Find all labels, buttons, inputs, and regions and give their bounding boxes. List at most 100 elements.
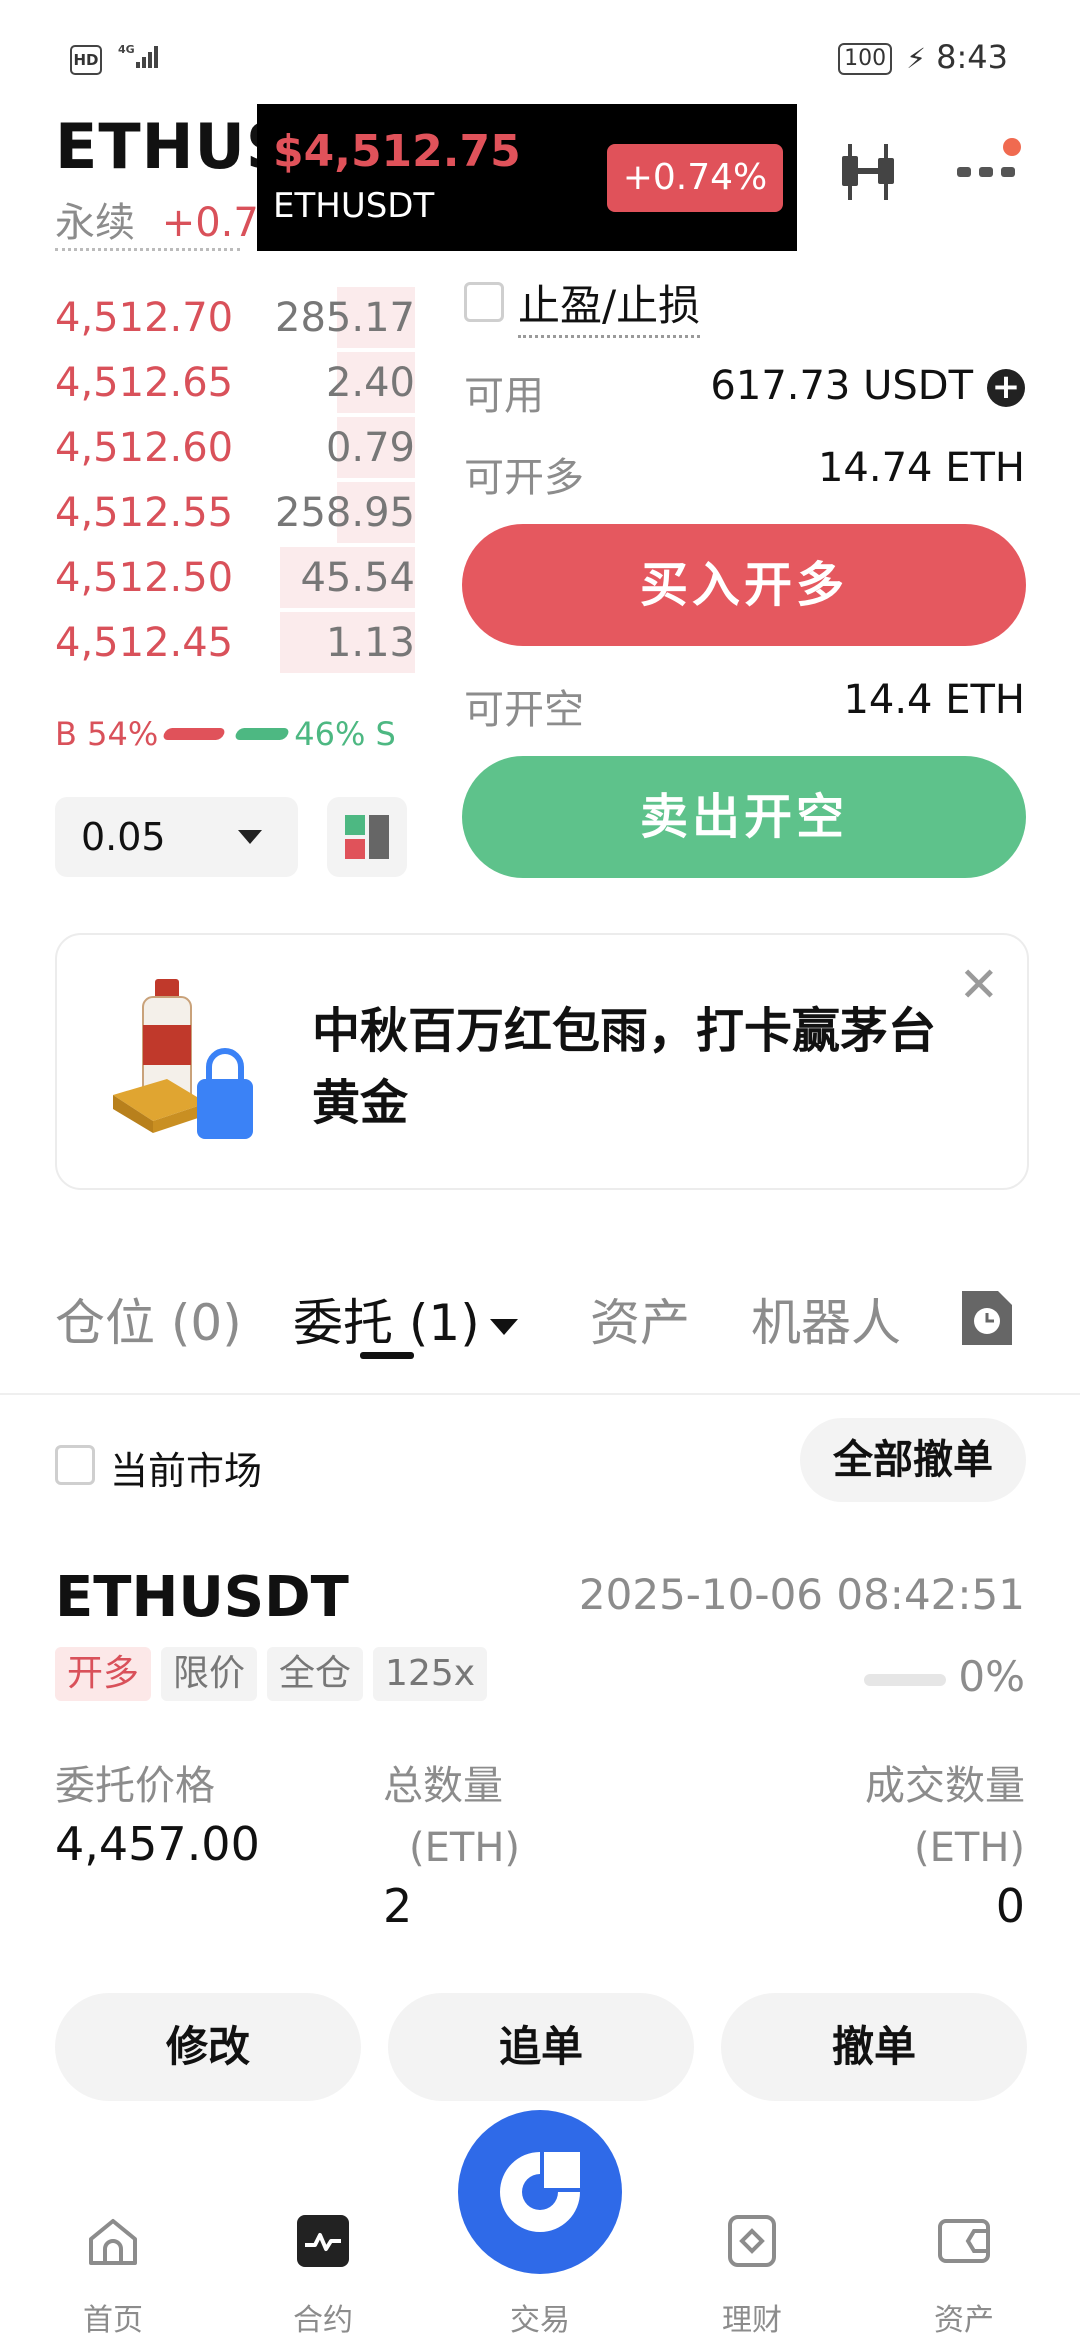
ticker-overlay: $4,512.75 ETHUSDT +0.74%	[257, 104, 797, 251]
available-value: 617.73 USDT	[710, 363, 973, 409]
available-balance: 617.73 USDT +	[710, 363, 1025, 409]
order-tags: 开多 限价 全仓 125x	[55, 1647, 497, 1701]
current-market-label[interactable]: 当前市场	[110, 1440, 262, 1495]
ask-quantity: 0.79	[325, 424, 415, 471]
ask-price: 4,512.50	[55, 554, 234, 601]
current-market-checkbox[interactable]	[55, 1445, 95, 1485]
futures-icon	[297, 2215, 349, 2267]
ask-row[interactable]: 4,512.70 285.17	[55, 285, 415, 350]
type-tag: 限价	[161, 1647, 258, 1701]
layout-icon	[345, 815, 389, 859]
ticker-symbol: ETHUSDT	[273, 186, 435, 226]
buy-sell-ratio: B 54% 46% S	[55, 715, 415, 753]
leverage-tag: 125x	[373, 1647, 488, 1701]
hd-icon: HD	[70, 44, 102, 75]
promo-banner[interactable]: 中秋百万红包雨，打卡赢茅台黄金 ✕	[55, 933, 1029, 1190]
ask-quantity: 2.40	[325, 359, 415, 406]
fill-progress: 0%	[864, 1652, 1025, 1701]
tab-assets[interactable]: 资产	[590, 1283, 690, 1355]
caret-down-icon	[238, 830, 262, 844]
trade-logo-icon	[500, 2152, 580, 2232]
filled-qty-value: 0	[995, 1879, 1025, 1933]
ask-price: 4,512.60	[55, 424, 234, 471]
ask-row[interactable]: 4,512.50 45.54	[55, 545, 415, 610]
depth-precision-select[interactable]: 0.05	[55, 797, 298, 877]
filled-qty-unit: (ETH)	[914, 1825, 1025, 1871]
charging-icon: ⚡	[906, 42, 926, 75]
status-bar: HD 4G 100 ⚡ 8:43	[0, 0, 1080, 100]
filled-qty-label: 成交数量	[865, 1763, 1025, 1809]
divider	[0, 1393, 1080, 1395]
promo-text: 中秋百万红包雨，打卡赢茅台黄金	[312, 1003, 937, 1131]
ask-price: 4,512.65	[55, 359, 234, 406]
ask-row[interactable]: 4,512.60 0.79	[55, 415, 415, 480]
order-price-value: 4,457.00	[55, 1817, 260, 1871]
sell-ratio-bar	[234, 728, 291, 740]
pair-subtitle[interactable]: 永续 +0.7	[55, 190, 259, 248]
history-icon[interactable]	[958, 1287, 1016, 1361]
buy-long-button[interactable]: 买入开多	[462, 524, 1026, 646]
order-symbol[interactable]: ETHUSDT	[55, 1565, 349, 1630]
chase-order-button[interactable]: 追单	[388, 1993, 694, 2101]
chevron-down-icon	[489, 1318, 518, 1335]
trade-fab-button[interactable]	[458, 2110, 622, 2274]
order-price-col: 委托价格 4,457.00	[55, 1755, 260, 1871]
nav-futures-label: 合约	[293, 2303, 353, 2338]
status-left: HD 4G	[70, 42, 168, 77]
signal-icon: 4G	[118, 42, 168, 77]
active-tab-indicator	[360, 1352, 414, 1359]
orderbook-layout-button[interactable]	[327, 797, 407, 877]
add-funds-icon[interactable]: +	[987, 369, 1025, 407]
total-qty-value: 2	[383, 1879, 413, 1933]
tab-bots[interactable]: 机器人	[751, 1283, 901, 1355]
wallet-icon	[938, 2219, 990, 2263]
fill-progress-value: 0%	[958, 1652, 1025, 1701]
ask-quantity: 45.54	[300, 554, 415, 601]
available-label: 可用	[464, 373, 544, 419]
ticker-price: $4,512.75	[273, 126, 521, 177]
can-short-value: 14.4 ETH	[843, 677, 1025, 723]
cancel-order-button[interactable]: 撤单	[721, 1993, 1027, 2101]
tab-orders[interactable]: 委托 (1)	[293, 1283, 518, 1355]
ask-price: 4,512.45	[55, 619, 234, 666]
contract-type: 永续	[55, 200, 135, 246]
ask-price: 4,512.55	[55, 489, 234, 536]
sell-short-button[interactable]: 卖出开空	[462, 756, 1026, 878]
ask-row[interactable]: 4,512.45 1.13	[55, 610, 415, 675]
ask-price: 4,512.70	[55, 294, 234, 341]
tpsl-label[interactable]: 止盈/止损	[518, 272, 701, 338]
cancel-all-button[interactable]: 全部撤单	[800, 1418, 1026, 1502]
tpsl-checkbox[interactable]	[464, 282, 504, 322]
total-qty-col: 总数量 (ETH) 2	[383, 1755, 520, 1933]
side-tag: 开多	[55, 1647, 152, 1701]
nav-home-label: 首页	[83, 2303, 143, 2338]
home-icon	[89, 2219, 137, 2265]
precision-value: 0.05	[81, 815, 166, 859]
order-price-label: 委托价格	[55, 1763, 215, 1809]
nav-earn-label: 理财	[722, 2303, 782, 2338]
ask-row[interactable]: 4,512.55 258.95	[55, 480, 415, 545]
ask-quantity: 285.17	[275, 294, 415, 341]
ask-row[interactable]: 4,512.65 2.40	[55, 350, 415, 415]
status-right: 100 ⚡ 8:43	[838, 38, 1008, 76]
tab-positions[interactable]: 仓位 (0)	[55, 1283, 242, 1355]
promo-image	[107, 975, 277, 1159]
ask-quantity: 1.13	[325, 619, 415, 666]
total-qty-label: 总数量	[383, 1763, 503, 1809]
modify-order-button[interactable]: 修改	[55, 1993, 361, 2101]
fill-progress-bar	[864, 1673, 947, 1686]
change-percent: +0.7	[161, 200, 259, 246]
battery-icon: 100	[838, 43, 893, 75]
close-icon[interactable]: ✕	[959, 957, 999, 1013]
buy-ratio: B 54%	[55, 715, 159, 753]
subtitle-underline	[55, 248, 240, 251]
sell-ratio: 46% S	[294, 715, 396, 753]
candlestick-chart-icon[interactable]	[838, 140, 902, 208]
total-qty-unit: (ETH)	[409, 1825, 520, 1871]
order-time: 2025-10-06 08:42:51	[578, 1570, 1025, 1619]
more-menu-icon[interactable]	[953, 135, 1027, 189]
buy-ratio-bar	[162, 728, 227, 740]
can-long-value: 14.74 ETH	[817, 445, 1025, 491]
clock: 8:43	[936, 38, 1008, 76]
can-short-label: 可开空	[464, 687, 584, 733]
